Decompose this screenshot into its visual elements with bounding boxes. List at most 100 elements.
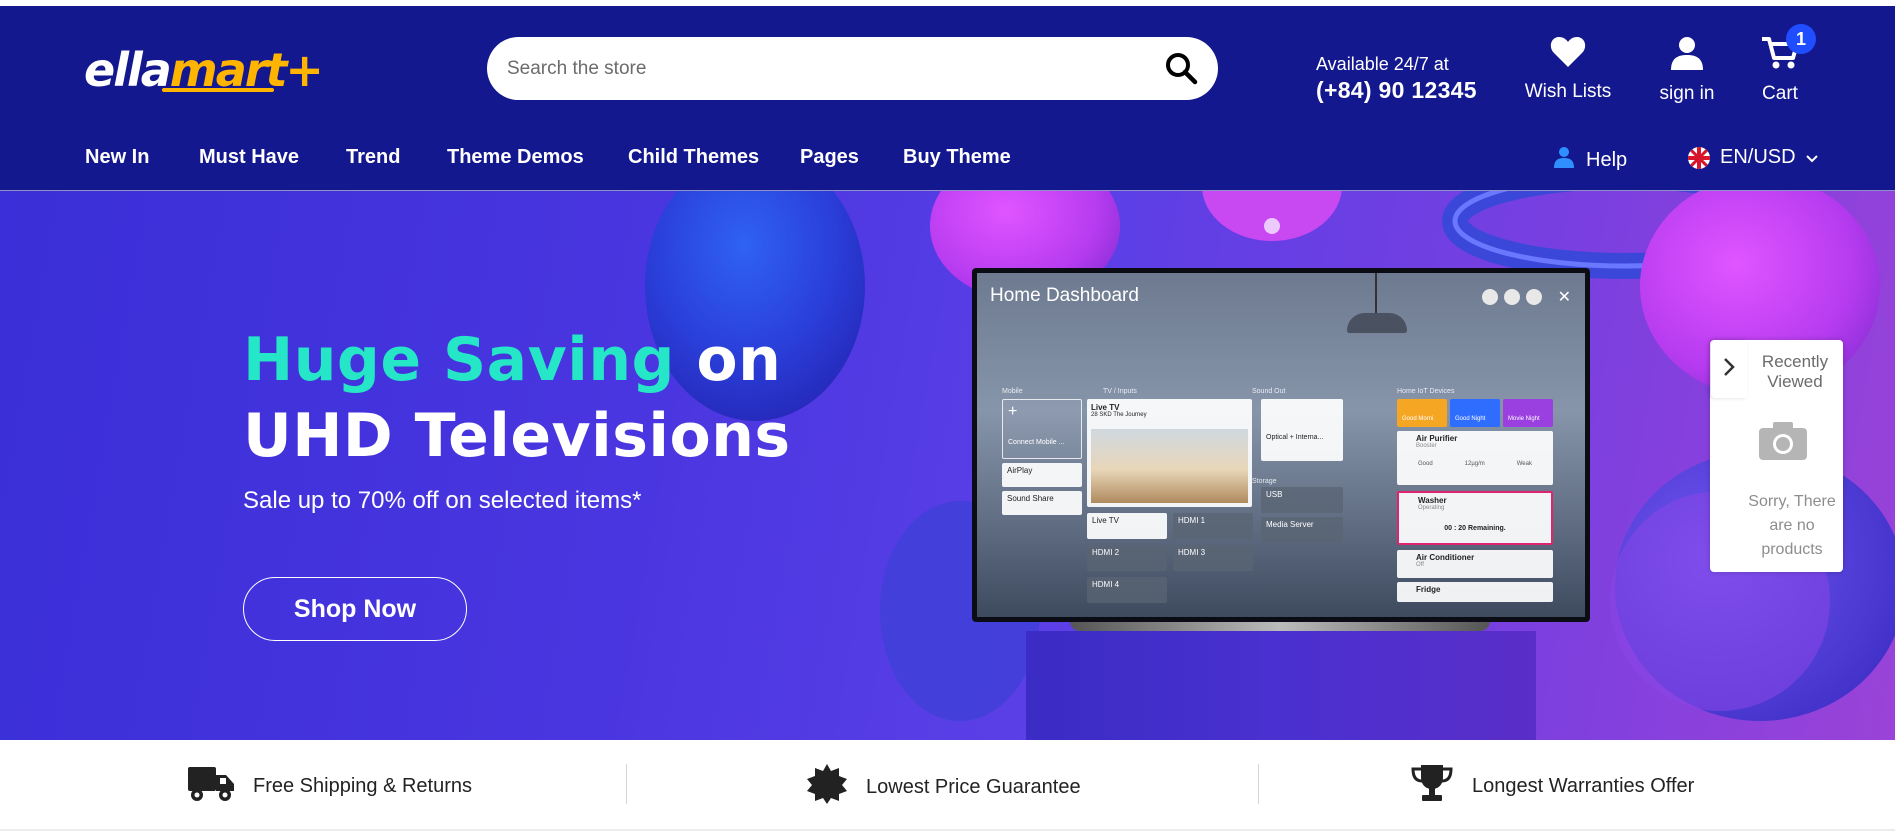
tile-sound-share: Sound Share <box>1002 491 1082 515</box>
camera-icon <box>1757 420 1809 467</box>
tile-live-tv-preview: Live TV 28 SKD The Journey <box>1087 399 1252 507</box>
section-label-home-iot: Home IoT Devices <box>1397 388 1455 395</box>
tile-live-tv-2: Live TV <box>1087 513 1167 539</box>
tile-washer: Washer Operating 00 : 20 Remaining. <box>1397 491 1553 545</box>
feature-label: Lowest Price Guarantee <box>866 775 1081 798</box>
tile-fridge-label: Fridge <box>1416 585 1441 594</box>
tile-optical: Optical + Interna... <box>1261 399 1343 461</box>
logo-underline <box>162 88 274 92</box>
tile-connect-mobile-label: Connect Mobile ... <box>1008 439 1065 446</box>
shop-now-button[interactable]: Shop Now <box>243 577 467 641</box>
cart-button[interactable]: Cart 1 <box>1730 24 1830 105</box>
section-label-storage: Storage <box>1252 478 1277 485</box>
tile-movie-night: Movie Night <box>1503 399 1553 427</box>
recently-viewed-toggle[interactable] <box>1711 340 1747 398</box>
hero-subtitle: Sale up to 70% off on selected items* <box>243 487 642 514</box>
chevron-right-icon <box>1722 357 1736 382</box>
tv-pedestal <box>1026 631 1536 740</box>
tile-hdmi-1: HDMI 1 <box>1173 513 1253 539</box>
tile-hdmi-4: HDMI 4 <box>1087 577 1167 603</box>
tile-good-morning: Good Morni <box>1397 399 1447 427</box>
language-label: EN/USD <box>1720 146 1796 168</box>
feature-free-shipping: Free Shipping & Returns <box>187 763 472 809</box>
section-label-tv-inputs: TV / Inputs <box>1103 388 1137 395</box>
nav-item-child-themes[interactable]: Child Themes <box>628 146 759 169</box>
live-tv-thumbnail <box>1091 429 1248 503</box>
chevron-down-icon <box>1805 146 1818 169</box>
power-icon <box>1525 289 1542 305</box>
tile-live-tv-label: Live TV <box>1091 403 1120 412</box>
search-bar <box>487 37 1218 100</box>
nav-item-must-have[interactable]: Must Have <box>199 146 299 169</box>
tile-program-label: The Journey <box>1113 412 1147 418</box>
tile-air-purifier-label: Air Purifier <box>1416 434 1458 443</box>
tile-aq-value: 12µg/m <box>1464 461 1485 467</box>
help-link[interactable]: Help <box>1554 146 1627 174</box>
lamp-shade <box>1347 313 1407 333</box>
tile-air-purifier: Air Purifier Booster Good 12µg/m Weak <box>1397 431 1553 485</box>
support-availability: Available 24/7 at <box>1316 54 1449 74</box>
signin-label: sign in <box>1659 83 1715 104</box>
feature-lowest-price: Lowest Price Guarantee <box>806 763 1081 811</box>
tile-aq-weak: Weak <box>1516 461 1532 467</box>
search-icon[interactable] <box>1164 51 1200 87</box>
hero-title-line2: UHD Televisions <box>243 401 791 471</box>
recently-viewed-title: Recently Viewed <box>1761 352 1829 391</box>
language-currency-selector[interactable]: EN/USD <box>1688 146 1818 169</box>
hero-title-highlight: Huge Saving <box>243 325 676 395</box>
feature-divider <box>626 764 627 804</box>
badge-icon <box>806 763 866 811</box>
heart-icon <box>1550 36 1586 73</box>
support-phone[interactable]: (+84) 90 12345 <box>1316 75 1477 105</box>
tile-washer-status: Operating <box>1418 505 1445 511</box>
tile-ac-label: Air Conditioner <box>1416 553 1475 562</box>
hero-title-rest: on <box>675 325 782 395</box>
nav-item-theme-demos[interactable]: Theme Demos <box>447 146 584 169</box>
cart-count-badge: 1 <box>1786 24 1816 54</box>
tile-aq-good: Good <box>1417 461 1433 467</box>
tile-air-conditioner: Air Conditioner Off <box>1397 550 1553 578</box>
tv-stand <box>1070 621 1490 631</box>
hero-title: Huge Saving on UHD Televisions <box>243 322 791 474</box>
tv-product-image: Home Dashboard ✕ Mobile TV / Inputs Soun… <box>972 268 1590 622</box>
feature-label: Longest Warranties Offer <box>1472 774 1695 797</box>
search-input[interactable] <box>507 37 1147 100</box>
user-icon <box>1670 36 1704 75</box>
logo[interactable]: ellamart+ <box>84 42 324 98</box>
tile-connect-mobile: + Connect Mobile ... <box>1002 399 1082 459</box>
section-label-sound-out: Sound Out <box>1252 388 1286 395</box>
tile-hdmi-3: HDMI 3 <box>1173 545 1253 571</box>
wishlist-button[interactable]: Wish Lists <box>1518 36 1618 103</box>
tile-air-purifier-status: Booster <box>1416 443 1437 449</box>
logo-main-text: ella <box>84 43 172 97</box>
support-contact: Available 24/7 at (+84) 90 12345 <box>1316 53 1477 105</box>
recently-viewed-empty-text: Sorry, There are no products <box>1748 493 1836 558</box>
page: ellamart+ Available 24/7 at (+84) 90 123… <box>0 0 1895 831</box>
tile-fridge: Fridge <box>1397 582 1553 602</box>
tile-washer-label: Washer <box>1418 496 1447 505</box>
tile-hdmi-2: HDMI 2 <box>1087 545 1167 571</box>
lamp-cord <box>1375 273 1377 315</box>
feature-longest-warranties: Longest Warranties Offer <box>1410 763 1694 809</box>
section-label-mobile: Mobile <box>1002 388 1023 395</box>
nav-item-buy-theme[interactable]: Buy Theme <box>903 146 1011 169</box>
nav-item-new-in[interactable]: New In <box>85 146 149 169</box>
signin-button[interactable]: sign in <box>1637 36 1737 105</box>
nav-item-pages[interactable]: Pages <box>800 146 859 169</box>
tile-ac-status: Off <box>1416 562 1424 568</box>
help-label: Help <box>1586 148 1628 171</box>
tile-good-night: Good Night <box>1450 399 1500 427</box>
settings-icon <box>1503 289 1520 305</box>
user-icon <box>1554 146 1586 174</box>
tile-airplay: AirPlay <box>1002 463 1082 487</box>
trophy-icon <box>1410 763 1472 809</box>
tile-media-server: Media Server <box>1261 517 1343 543</box>
nav-item-trend[interactable]: Trend <box>346 146 400 169</box>
dashboard-icons: ✕ <box>1481 287 1571 307</box>
tile-optical-label: Optical + Interna... <box>1266 434 1324 441</box>
uk-flag-icon <box>1688 146 1710 169</box>
tile-usb: USB <box>1261 487 1343 513</box>
cart-label: Cart <box>1762 83 1798 104</box>
profile-icon <box>1481 289 1498 305</box>
feature-divider <box>1258 764 1259 804</box>
